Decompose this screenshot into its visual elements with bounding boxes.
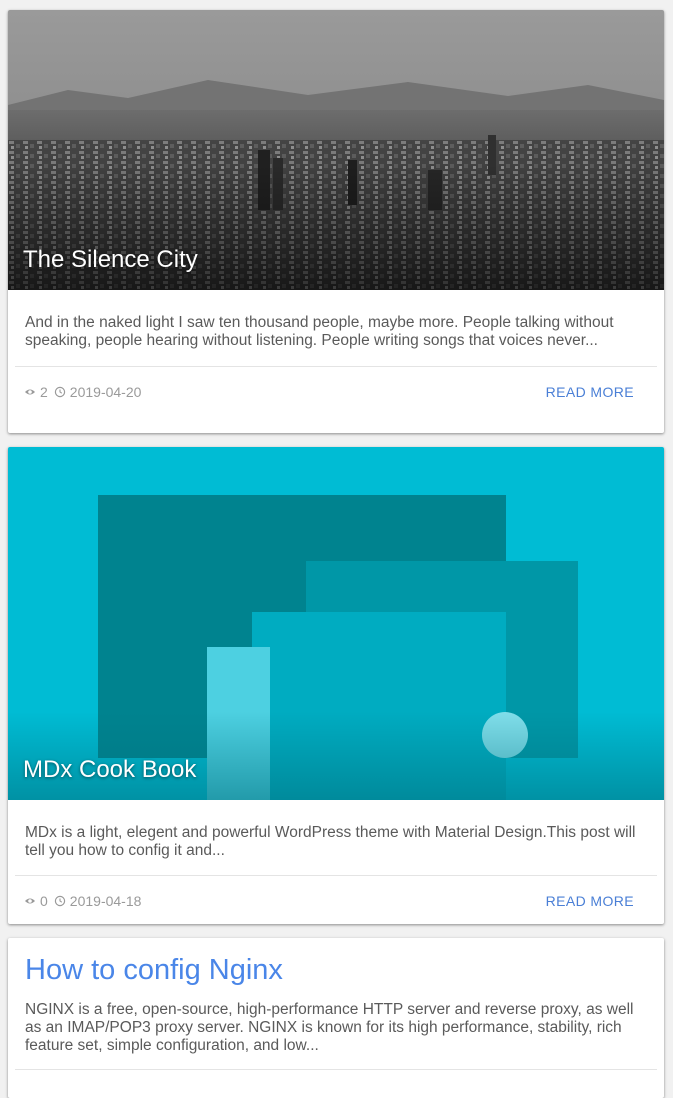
post-title[interactable]: MDx Cook Book <box>23 756 196 784</box>
post-meta: 2 2019-04-20 READ MORE <box>8 367 664 416</box>
views-value: 2 <box>40 383 48 400</box>
views-count: 2 <box>24 384 48 400</box>
post-card: MDx Cook Book MDx is a light, elegent an… <box>8 447 664 924</box>
eye-icon <box>25 389 35 394</box>
post-thumbnail[interactable]: MDx Cook Book <box>8 447 664 800</box>
post-title[interactable]: The Silence City <box>23 246 198 274</box>
post-date: 2019-04-20 <box>54 383 142 400</box>
eye-icon <box>25 898 35 903</box>
clock-icon <box>54 895 65 906</box>
date-value: 2019-04-20 <box>69 383 142 400</box>
post-card: How to config Nginx NGINX is a free, ope… <box>8 938 664 1098</box>
post-date: 2019-04-18 <box>54 892 142 909</box>
post-meta: 0 2019-04-18 READ MORE <box>8 876 664 924</box>
material-illustration <box>8 447 664 800</box>
post-title[interactable]: How to config Nginx <box>8 952 664 988</box>
post-thumbnail[interactable]: The Silence City <box>8 10 664 290</box>
post-excerpt: And in the naked light I saw ten thousan… <box>25 314 614 349</box>
read-more-button[interactable]: READ MORE <box>546 384 634 400</box>
post-card: The Silence City And in the naked light … <box>8 10 664 433</box>
views-count: 0 <box>24 893 48 909</box>
divider <box>15 1069 657 1070</box>
views-value: 0 <box>40 892 48 909</box>
read-more-button[interactable]: READ MORE <box>546 893 634 909</box>
post-excerpt: NGINX is a free, open-source, high-perfo… <box>25 1001 634 1054</box>
clock-icon <box>54 386 65 397</box>
date-value: 2019-04-18 <box>69 892 142 909</box>
post-excerpt: MDx is a light, elegent and powerful Wor… <box>25 824 636 859</box>
